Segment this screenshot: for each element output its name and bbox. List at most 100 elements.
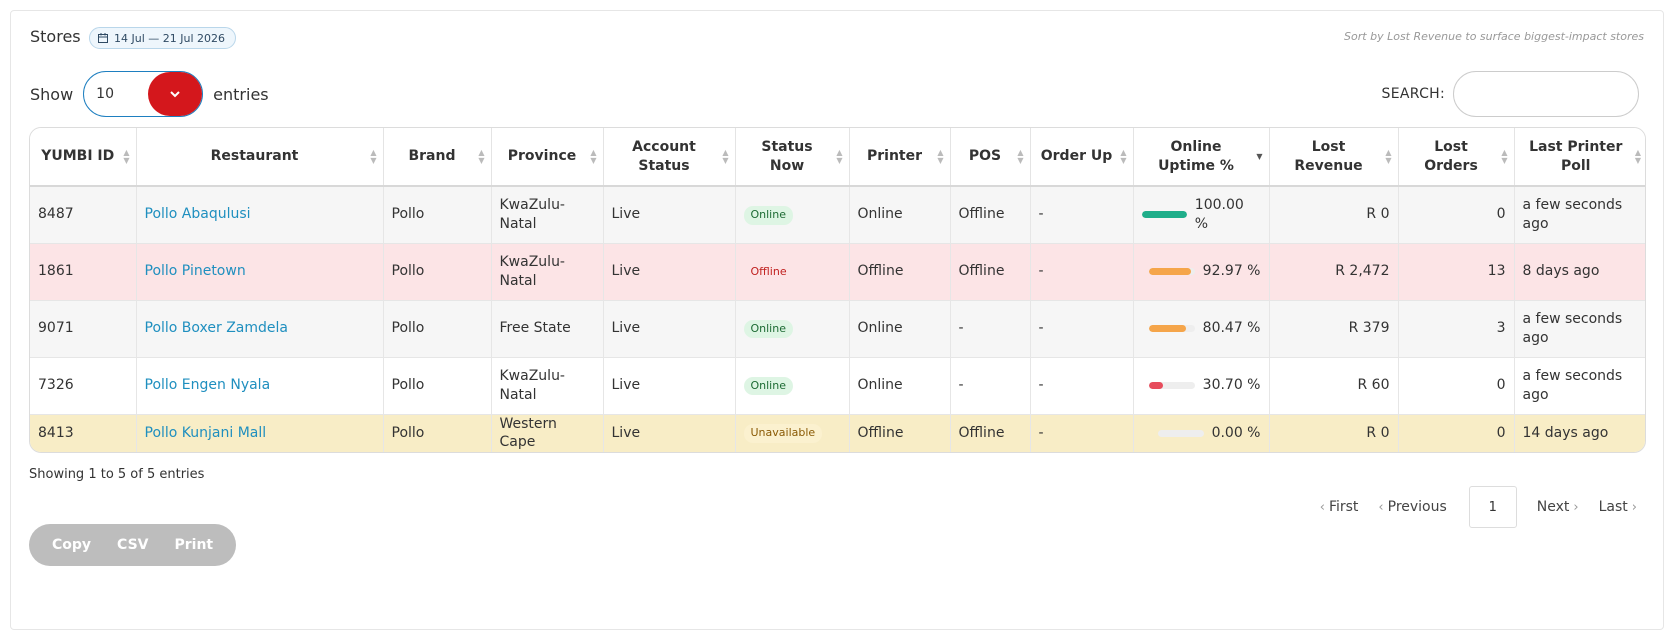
cell-brand: Pollo (383, 243, 492, 301)
cell-order-up: - (1030, 357, 1134, 415)
cell-order-up: - (1030, 243, 1134, 301)
entries-select[interactable]: 10 (83, 71, 204, 117)
sort-icon: ▲ ▼ (478, 147, 485, 165)
uptime-value: 0.00 % (1211, 424, 1261, 441)
status-badge: Online (743, 376, 793, 396)
page-next[interactable]: Next › (1537, 499, 1579, 515)
chevron-right-icon: › (1573, 499, 1579, 515)
uptime-bar-fill (1148, 381, 1163, 389)
export-buttons: Copy CSV Print (29, 524, 237, 566)
table-row[interactable]: 8487 Pollo Abaqulusi Pollo KwaZulu-Natal… (30, 186, 1645, 244)
page-previous[interactable]: ‹ Previous (1378, 499, 1446, 515)
search-label: SEARCH: (1381, 86, 1445, 102)
uptime-bar-fill (1141, 211, 1187, 219)
status-badge: Online (743, 205, 793, 225)
cell-status-now: Online (735, 300, 850, 358)
restaurant-link[interactable]: Pollo Engen Nyala (145, 377, 271, 393)
cell-last-poll: a few seconds ago (1514, 357, 1645, 415)
stores-table-wrapper: YUMBI ID ▲ ▼ Restaurant ▲ ▼ Brand ▲ ▼ Province… (29, 127, 1646, 454)
column-header-sorted[interactable]: Online Uptime % ▼ (1133, 128, 1270, 187)
pagination: ‹ First ‹ Previous 1 Next › Last › (1300, 486, 1637, 528)
search-input[interactable] (1453, 71, 1639, 117)
csv-button[interactable]: CSV (104, 524, 161, 566)
stores-card: Stores 14 Jul — 21 Jul 2026 Sort by Lost… (10, 10, 1664, 630)
column-header[interactable]: Brand ▲ ▼ (383, 128, 492, 187)
sort-icon: ▲ ▼ (1017, 147, 1024, 165)
cell-restaurant: Pollo Abaqulusi (136, 186, 384, 244)
sort-icon: ▲ ▼ (937, 147, 944, 165)
cell-printer: Online (849, 357, 951, 415)
column-header[interactable]: Printer ▲ ▼ (849, 128, 951, 187)
entries-select-value: 10 (96, 86, 114, 102)
cell-account-status: Live (603, 186, 736, 244)
cell-printer: Offline (849, 243, 951, 301)
cell-province: Free State (491, 300, 604, 358)
restaurant-link[interactable]: Pollo Kunjani Mall (145, 425, 267, 441)
cell-printer: Online (849, 186, 951, 244)
cell-uptime: 0.00 % (1133, 414, 1270, 453)
cell-uptime: 92.97 % (1133, 243, 1270, 301)
table-row[interactable]: 9071 Pollo Boxer Zamdela Pollo Free Stat… (30, 300, 1645, 358)
page-first[interactable]: ‹ First (1320, 499, 1359, 515)
sort-hint: Sort by Lost Revenue to surface biggest-… (1344, 30, 1644, 43)
cell-province: KwaZulu-Natal (491, 243, 604, 301)
page-title: Stores (30, 27, 81, 46)
cell-id: 7326 (30, 357, 137, 415)
uptime-bar (1141, 211, 1187, 219)
restaurant-link[interactable]: Pollo Boxer Zamdela (145, 320, 289, 336)
date-range-badge[interactable]: 14 Jul — 21 Jul 2026 (89, 27, 237, 49)
sort-icon: ▲ ▼ (590, 147, 597, 165)
table-row[interactable]: 7326 Pollo Engen Nyala Pollo KwaZulu-Nat… (30, 357, 1645, 415)
card-header: Stores 14 Jul — 21 Jul 2026 Sort by Lost… (30, 27, 1644, 49)
cell-province: KwaZulu-Natal (491, 357, 604, 415)
cell-last-poll: a few seconds ago (1514, 186, 1645, 244)
cell-status-now: Offline (735, 243, 850, 301)
uptime-bar (1148, 267, 1195, 275)
table-row[interactable]: 1861 Pollo Pinetown Pollo KwaZulu-Natal … (30, 243, 1645, 301)
cell-last-poll: a few seconds ago (1514, 300, 1645, 358)
cell-lost-revenue: R 2,472 (1269, 243, 1399, 301)
page-current[interactable]: 1 (1468, 486, 1517, 528)
copy-button[interactable]: Copy (39, 524, 104, 566)
column-header[interactable]: Status Now ▲ ▼ (735, 128, 850, 187)
sort-icon: ▲ ▼ (1120, 147, 1127, 165)
column-header[interactable]: Lost Revenue ▲ ▼ (1269, 128, 1399, 187)
cell-brand: Pollo (383, 186, 492, 244)
column-header[interactable]: Province ▲ ▼ (491, 128, 604, 187)
column-header[interactable]: Last Printer Poll ▲ ▼ (1514, 128, 1645, 187)
show-label: Show (30, 84, 74, 104)
sort-icon: ▲ ▼ (722, 147, 729, 165)
page-last[interactable]: Last › (1599, 499, 1637, 515)
select-dropdown-button[interactable] (148, 72, 203, 116)
cell-restaurant: Pollo Pinetown (136, 243, 384, 301)
print-button[interactable]: Print (162, 524, 227, 566)
cell-lost-orders: 0 (1398, 414, 1515, 453)
cell-id: 1861 (30, 243, 137, 301)
column-header[interactable]: Restaurant ▲ ▼ (136, 128, 384, 187)
cell-uptime: 80.47 % (1133, 300, 1270, 358)
restaurant-link[interactable]: Pollo Abaqulusi (145, 206, 251, 222)
uptime-bar (1148, 381, 1195, 389)
table-row[interactable]: 8413 Pollo Kunjani Mall Pollo Western Ca… (30, 414, 1645, 453)
column-header[interactable]: Order Up ▲ ▼ (1030, 128, 1134, 187)
restaurant-link[interactable]: Pollo Pinetown (145, 263, 246, 279)
calendar-icon (98, 33, 108, 43)
uptime-value: 30.70 % (1202, 377, 1261, 394)
cell-pos: Offline (950, 243, 1031, 301)
column-header[interactable]: Lost Orders ▲ ▼ (1398, 128, 1515, 187)
cell-restaurant: Pollo Boxer Zamdela (136, 300, 384, 358)
stores-table: YUMBI ID ▲ ▼ Restaurant ▲ ▼ Brand ▲ ▼ Province… (30, 128, 1645, 453)
uptime-value: 80.47 % (1202, 320, 1261, 337)
cell-order-up: - (1030, 300, 1134, 358)
column-header[interactable]: YUMBI ID ▲ ▼ (30, 128, 137, 187)
status-badge: Online (743, 319, 793, 339)
uptime-value: 100.00 % (1194, 196, 1244, 232)
sort-icon: ▲ ▼ (370, 147, 377, 165)
status-badge: Unavailable (743, 424, 823, 444)
search-control: SEARCH: (1382, 71, 1639, 117)
uptime-bar-fill (1148, 267, 1192, 275)
column-header[interactable]: Account Status ▲ ▼ (603, 128, 736, 187)
entries-label: entries (213, 84, 269, 104)
cell-lost-revenue: R 60 (1269, 357, 1399, 415)
column-header[interactable]: POS ▲ ▼ (950, 128, 1031, 187)
